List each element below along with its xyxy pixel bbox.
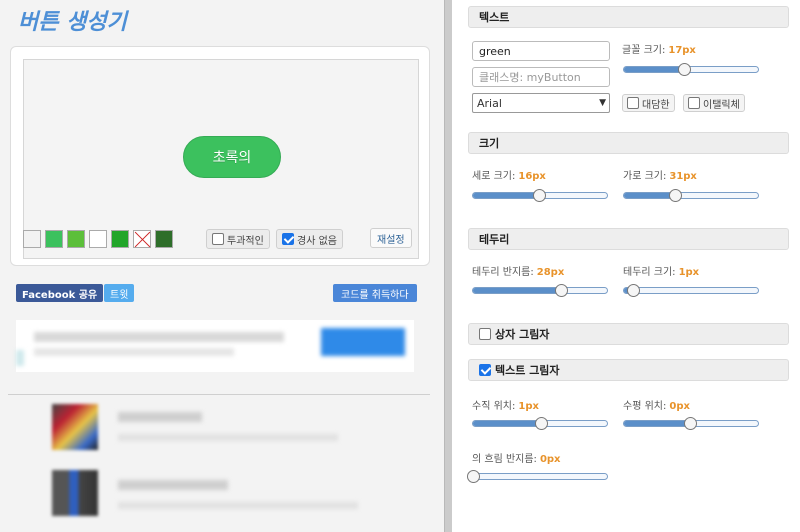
bold-label: 대담한	[642, 99, 670, 111]
settings-pane: 텍스트 green 클래스명: myButton Arial ▼ 글꼴 크기: 1…	[452, 0, 800, 532]
checkbox-icon	[212, 233, 224, 245]
slider-handle[interactable]	[535, 417, 549, 430]
border-section-header[interactable]: 테두리	[468, 228, 789, 250]
font-size-slider[interactable]	[623, 63, 759, 76]
class-name-input[interactable]: 클래스명: myButton	[472, 67, 610, 87]
shadow-vertical-value: 1px	[518, 401, 539, 412]
swatch-light-gray[interactable]	[23, 230, 41, 248]
slider-handle[interactable]	[627, 284, 641, 297]
slider-handle[interactable]	[467, 470, 480, 483]
slider-handle[interactable]	[555, 284, 569, 297]
ad-banner	[16, 320, 414, 372]
shadow-vertical-label: 수직 위치: 1px	[472, 401, 539, 412]
checkbox-checked-icon	[282, 233, 294, 245]
pane-splitter[interactable]	[444, 0, 452, 532]
text-shadow-section-header[interactable]: 텍스트 그림자	[468, 359, 789, 381]
reset-button[interactable]: 재설정	[370, 228, 412, 248]
background-swatches	[23, 230, 173, 248]
swatch-lime[interactable]	[67, 230, 85, 248]
no-gradient-label: 경사 없음	[297, 235, 337, 247]
horizontal-size-slider[interactable]	[623, 189, 759, 202]
swatch-green[interactable]	[45, 230, 63, 248]
checkbox-icon	[688, 97, 700, 109]
bold-toggle[interactable]: 대담한	[622, 94, 675, 112]
text-shadow-checkbox-icon[interactable]	[479, 364, 491, 376]
size-section-header[interactable]: 크기	[468, 132, 789, 154]
checkbox-icon	[627, 97, 639, 109]
no-gradient-toggle[interactable]: 경사 없음	[276, 229, 343, 249]
horizontal-size-value: 31px	[669, 171, 697, 182]
get-code-button[interactable]: 코드를 취득하다	[333, 284, 417, 302]
border-width-value: 1px	[678, 267, 700, 278]
font-select[interactable]: Arial ▼	[472, 93, 610, 113]
swatch-white[interactable]	[89, 230, 107, 248]
box-shadow-section-header[interactable]: 상자 그림자	[468, 323, 789, 345]
font-size-value: 17px	[668, 45, 696, 56]
swatch-forest[interactable]	[155, 230, 173, 248]
border-width-slider[interactable]	[623, 284, 759, 297]
divider	[8, 394, 430, 395]
chevron-down-icon: ▼	[599, 98, 606, 108]
border-radius-label: 테두리 반지름: 28px	[472, 267, 565, 278]
font-select-value: Arial	[477, 96, 502, 110]
shadow-blur-value: 0px	[539, 454, 561, 465]
preview-pane: 버튼 생성기 초록의 투과적인 경사 없음 재설정 Facebook 공유 트윗…	[0, 0, 444, 532]
app-title: 버튼 생성기	[18, 10, 127, 35]
list-thumbnail	[52, 470, 98, 516]
tweet-button[interactable]: 트윗	[104, 284, 135, 302]
vertical-size-slider[interactable]	[472, 189, 608, 202]
text-section-header[interactable]: 텍스트	[468, 6, 789, 28]
box-shadow-title: 상자 그림자	[495, 328, 550, 341]
slider-handle[interactable]	[668, 189, 682, 202]
shadow-blur-label: 의 흐림 반지름: 0px	[472, 454, 561, 465]
box-shadow-checkbox-icon[interactable]	[479, 328, 491, 340]
horizontal-size-label: 가로 크기: 31px	[623, 171, 697, 182]
shadow-vertical-slider[interactable]	[472, 417, 608, 430]
facebook-share-button[interactable]: Facebook 공유	[16, 284, 104, 302]
vertical-size-value: 16px	[518, 171, 546, 182]
shadow-horizontal-label: 수평 위치: 0px	[623, 401, 690, 412]
button-text-input[interactable]: green	[472, 41, 610, 61]
border-radius-value: 28px	[536, 267, 565, 278]
slider-handle[interactable]	[678, 63, 692, 76]
slider-handle[interactable]	[683, 417, 697, 430]
italic-label: 이탤릭체	[703, 99, 740, 111]
border-width-label: 테두리 크기: 1px	[623, 267, 700, 278]
font-size-label: 글꼴 크기: 17px	[622, 45, 696, 56]
shadow-horizontal-slider[interactable]	[623, 417, 759, 430]
generated-button[interactable]: 초록의	[183, 136, 281, 178]
swatch-dark-green[interactable]	[111, 230, 129, 248]
list-thumbnail	[52, 404, 98, 450]
shadow-horizontal-value: 0px	[669, 401, 690, 412]
vertical-size-label: 세로 크기: 16px	[472, 171, 546, 182]
transparent-label: 투과적인	[227, 235, 264, 247]
slider-handle[interactable]	[532, 189, 546, 202]
border-radius-slider[interactable]	[472, 284, 608, 297]
text-shadow-title: 텍스트 그림자	[495, 364, 560, 377]
swatch-none-icon[interactable]	[133, 230, 151, 248]
italic-toggle[interactable]: 이탤릭체	[683, 94, 745, 112]
transparent-toggle[interactable]: 투과적인	[206, 229, 270, 249]
shadow-blur-slider[interactable]	[467, 470, 608, 483]
